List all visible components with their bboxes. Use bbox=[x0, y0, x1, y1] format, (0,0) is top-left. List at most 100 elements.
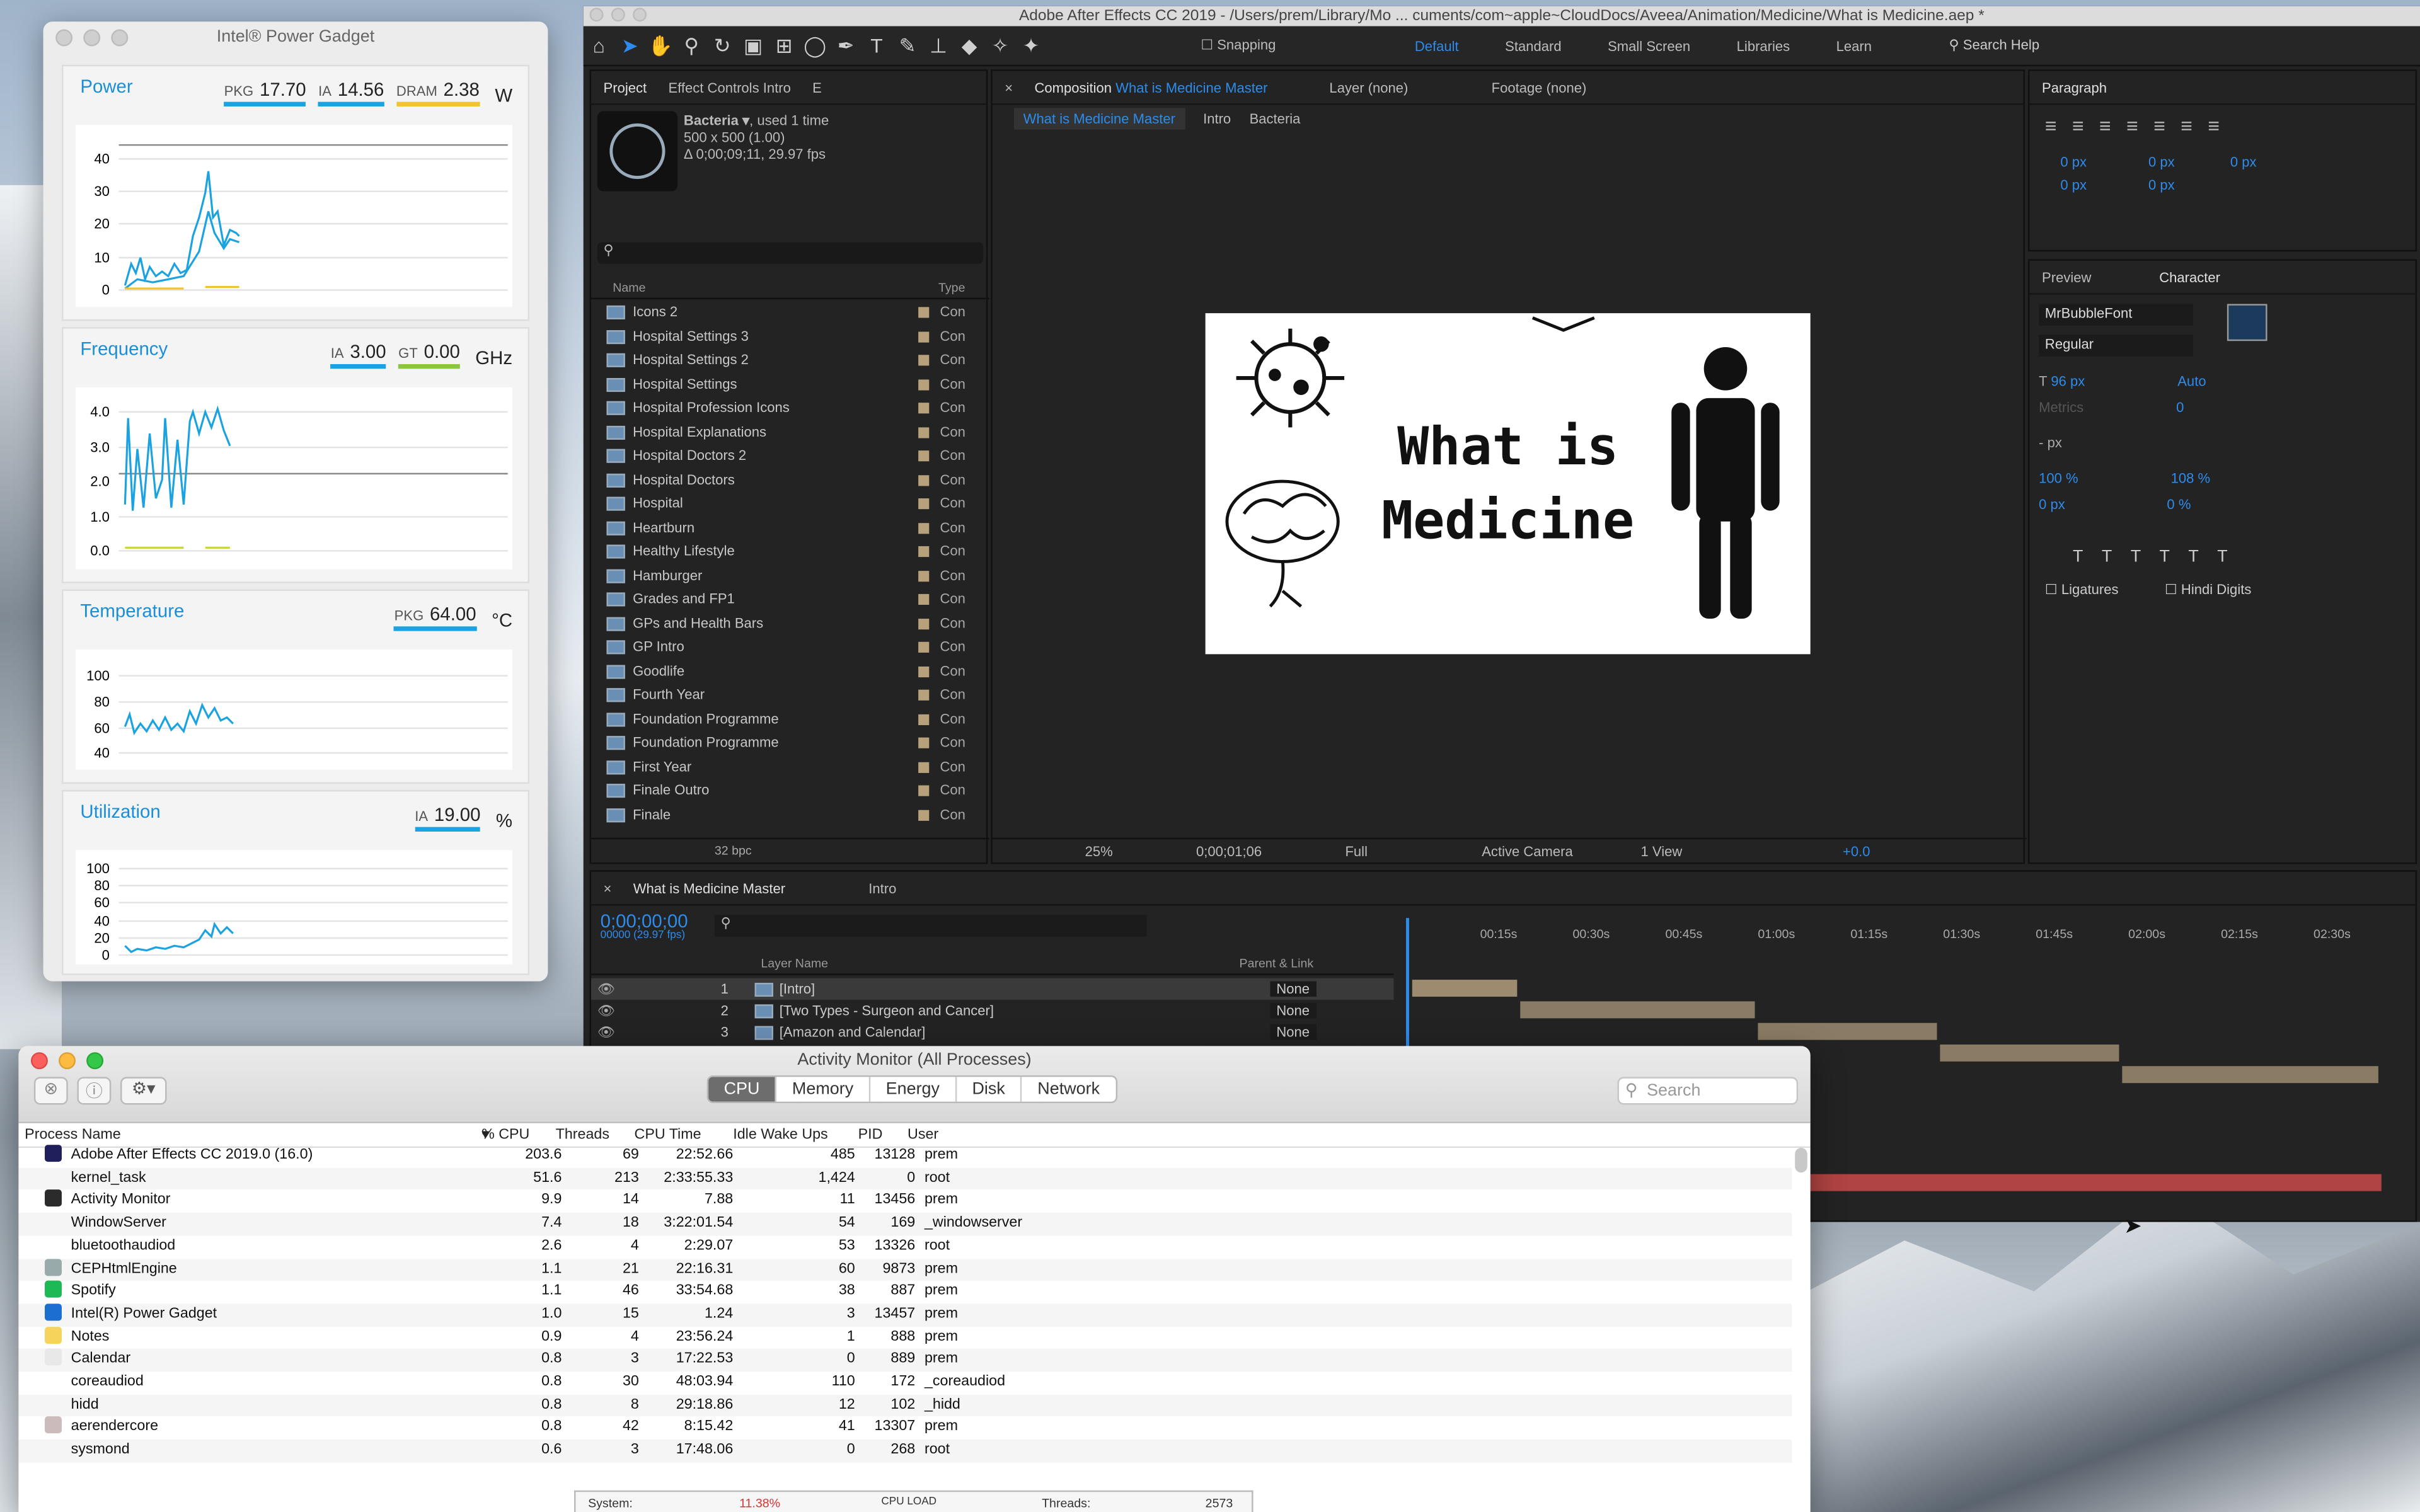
tab-layer[interactable]: Layer (none) bbox=[1329, 79, 1408, 94]
breadcrumb-intro[interactable]: Intro bbox=[1203, 111, 1231, 126]
indent-left[interactable]: 0 px bbox=[2060, 154, 2087, 169]
process-row[interactable]: Calendar 0.8 3 17:22.53 0 889 prem bbox=[18, 1349, 1792, 1372]
vertical-scale[interactable]: 100 % bbox=[2039, 471, 2078, 486]
project-item[interactable]: Foundation Programme Con bbox=[591, 707, 984, 731]
col-name[interactable]: Name bbox=[613, 281, 645, 295]
pan-behind-tool-icon[interactable]: ⊞ bbox=[769, 33, 800, 58]
visibility-icon[interactable]: 👁 bbox=[597, 980, 615, 997]
process-row[interactable]: sysmond 0.6 3 17:48.06 0 268 root bbox=[18, 1440, 1792, 1463]
close-icon[interactable]: × bbox=[604, 880, 612, 895]
timeline-search-input[interactable]: ⚲ bbox=[714, 915, 1147, 937]
resolution-select[interactable]: Full bbox=[1345, 843, 1368, 858]
stop-process-icon[interactable]: ⊗ bbox=[33, 1077, 68, 1105]
project-item[interactable]: Fourth Year Con bbox=[591, 684, 984, 707]
close-button[interactable] bbox=[55, 29, 73, 47]
workspace-small-screen[interactable]: Small Screen bbox=[1608, 38, 1690, 53]
space-before[interactable]: 0 px bbox=[2060, 178, 2087, 193]
visibility-icon[interactable]: 👁 bbox=[597, 1024, 615, 1041]
search-help[interactable]: ⚲ Search Help bbox=[1949, 37, 2040, 54]
bpc-indicator[interactable]: 32 bpc bbox=[591, 837, 989, 862]
col-type[interactable]: Type bbox=[938, 281, 965, 295]
process-row[interactable]: aerendercore 0.8 42 8:15.42 41 13307 prem bbox=[18, 1417, 1792, 1440]
process-row[interactable]: coreaudiod 0.8 30 48:03.94 110 172 _coreaudiod bbox=[18, 1372, 1792, 1394]
camera-tool-icon[interactable]: ▣ bbox=[738, 33, 769, 58]
stroke-width[interactable]: - px bbox=[2039, 435, 2062, 450]
tab-memory[interactable]: Memory bbox=[776, 1077, 871, 1102]
snapping-checkbox[interactable]: ☐ Snapping bbox=[1201, 37, 1276, 54]
project-item[interactable]: Hospital Settings 3 Con bbox=[591, 325, 984, 349]
project-item[interactable]: GP Intro Con bbox=[591, 636, 984, 660]
font-style-select[interactable]: Regular bbox=[2039, 335, 2194, 357]
project-item[interactable]: Icons 2 Con bbox=[591, 301, 984, 325]
minimize-button[interactable] bbox=[611, 8, 625, 22]
composition-canvas[interactable]: What is Medicine bbox=[1205, 313, 1811, 655]
hindi-digits-checkbox[interactable]: ☐ Hindi Digits bbox=[2165, 581, 2251, 597]
leading[interactable]: Auto bbox=[2177, 374, 2206, 389]
align-buttons[interactable]: ≡≡≡≡≡≡≡ bbox=[2029, 105, 2415, 147]
exposure-value[interactable]: +0.0 bbox=[1843, 843, 1870, 858]
project-item[interactable]: Grades and FP1 Con bbox=[591, 588, 984, 612]
space-after[interactable]: 0 px bbox=[2148, 178, 2175, 193]
indent-right[interactable]: 0 px bbox=[2148, 154, 2175, 169]
clone-tool-icon[interactable]: ⊥ bbox=[923, 33, 954, 58]
tsume[interactable]: 0 % bbox=[2167, 497, 2191, 512]
tab-composition[interactable]: What is Medicine Master bbox=[1115, 79, 1267, 94]
tab-effect-controls[interactable]: Effect Controls Intro bbox=[668, 79, 790, 94]
process-row[interactable]: Adobe After Effects CC 2019.0 (16.0) 203.… bbox=[18, 1145, 1792, 1167]
roto-tool-icon[interactable]: ✧ bbox=[984, 33, 1015, 58]
project-item[interactable]: Heartburn Con bbox=[591, 516, 984, 540]
process-row[interactable]: WindowServer 7.4 18 3:22:01.54 54 169 _windows… bbox=[18, 1213, 1792, 1236]
project-item[interactable]: Healthy Lifestyle Con bbox=[591, 540, 984, 564]
fill-color-swatch[interactable] bbox=[2227, 304, 2267, 341]
project-item[interactable]: Hospital Con bbox=[591, 492, 984, 516]
font-size[interactable]: 96 px bbox=[2051, 374, 2085, 389]
info-icon[interactable]: ⓘ bbox=[77, 1077, 112, 1105]
process-row[interactable]: Spotify 1.1 46 33:54.68 38 887 prem bbox=[18, 1281, 1792, 1303]
col-parent[interactable]: Parent & Link bbox=[1240, 956, 1314, 970]
process-row[interactable]: Intel(R) Power Gadget 1.0 15 1.24 3 13457 prem bbox=[18, 1303, 1792, 1327]
tab-energy[interactable]: Energy bbox=[870, 1077, 957, 1102]
brush-tool-icon[interactable]: ✎ bbox=[892, 33, 923, 58]
breadcrumb-master[interactable]: What is Medicine Master bbox=[1013, 108, 1185, 130]
visibility-icon[interactable]: 👁 bbox=[597, 1002, 615, 1019]
col-layer-name[interactable]: Layer Name bbox=[761, 956, 828, 970]
tracking[interactable]: 0 bbox=[2176, 399, 2184, 415]
tab-disk[interactable]: Disk bbox=[957, 1077, 1022, 1102]
project-item[interactable]: GPs and Health Bars Con bbox=[591, 612, 984, 636]
project-item[interactable]: First Year Con bbox=[591, 755, 984, 779]
layer-bar[interactable] bbox=[1940, 1044, 2119, 1062]
process-row[interactable]: Activity Monitor 9.9 14 7.88 11 13456 prem bbox=[18, 1190, 1792, 1213]
timeline-timecode[interactable]: 0;00;00;00 bbox=[601, 910, 688, 932]
breadcrumb-bacteria[interactable]: Bacteria bbox=[1250, 111, 1301, 126]
view-select[interactable]: 1 View bbox=[1641, 843, 1683, 858]
close-icon[interactable]: × bbox=[1005, 79, 1013, 94]
workspace-default[interactable]: Default bbox=[1415, 38, 1459, 53]
pen-tool-icon[interactable]: ✒ bbox=[831, 33, 861, 58]
parent-select[interactable]: None bbox=[1270, 981, 1316, 997]
tab-network[interactable]: Network bbox=[1022, 1077, 1115, 1101]
current-time[interactable]: 0;00;01;06 bbox=[1196, 843, 1262, 858]
zoom-select[interactable]: 25% bbox=[1085, 843, 1113, 858]
tab-preview[interactable]: Preview bbox=[2042, 269, 2091, 284]
parent-select[interactable]: None bbox=[1270, 1002, 1316, 1019]
tab-paragraph[interactable]: Paragraph bbox=[2042, 79, 2107, 94]
puppet-tool-icon[interactable]: ✦ bbox=[1015, 33, 1046, 58]
tab-character[interactable]: Character bbox=[2159, 269, 2220, 284]
zoom-tool-icon[interactable]: ⚲ bbox=[676, 33, 707, 58]
baseline-shift[interactable]: 0 px bbox=[2039, 497, 2065, 512]
layer-bar[interactable] bbox=[2122, 1066, 2378, 1084]
process-row[interactable]: hidd 0.8 8 29:18.86 12 102 _hidd bbox=[18, 1394, 1792, 1418]
layer-bar[interactable] bbox=[1412, 980, 1518, 997]
workspace-standard[interactable]: Standard bbox=[1505, 38, 1561, 53]
project-item[interactable]: Hospital Doctors 2 Con bbox=[591, 444, 984, 468]
process-row[interactable]: Notes 0.9 4 23:56.24 1 888 prem bbox=[18, 1326, 1792, 1349]
layer-bar-red[interactable] bbox=[1810, 1174, 2382, 1191]
scrollbar[interactable] bbox=[1795, 1148, 1807, 1173]
layer-bar[interactable] bbox=[1520, 1001, 1755, 1019]
eraser-tool-icon[interactable]: ◆ bbox=[954, 33, 984, 58]
workspace-libraries[interactable]: Libraries bbox=[1737, 38, 1790, 53]
minimize-button[interactable] bbox=[83, 29, 101, 47]
gear-icon[interactable]: ⚙▾ bbox=[120, 1077, 167, 1105]
timeline-layer-row[interactable]: 👁 2 [Two Types - Surgeon and Cancer] None bbox=[591, 1000, 1393, 1021]
type-tool-icon[interactable]: T bbox=[861, 34, 892, 57]
